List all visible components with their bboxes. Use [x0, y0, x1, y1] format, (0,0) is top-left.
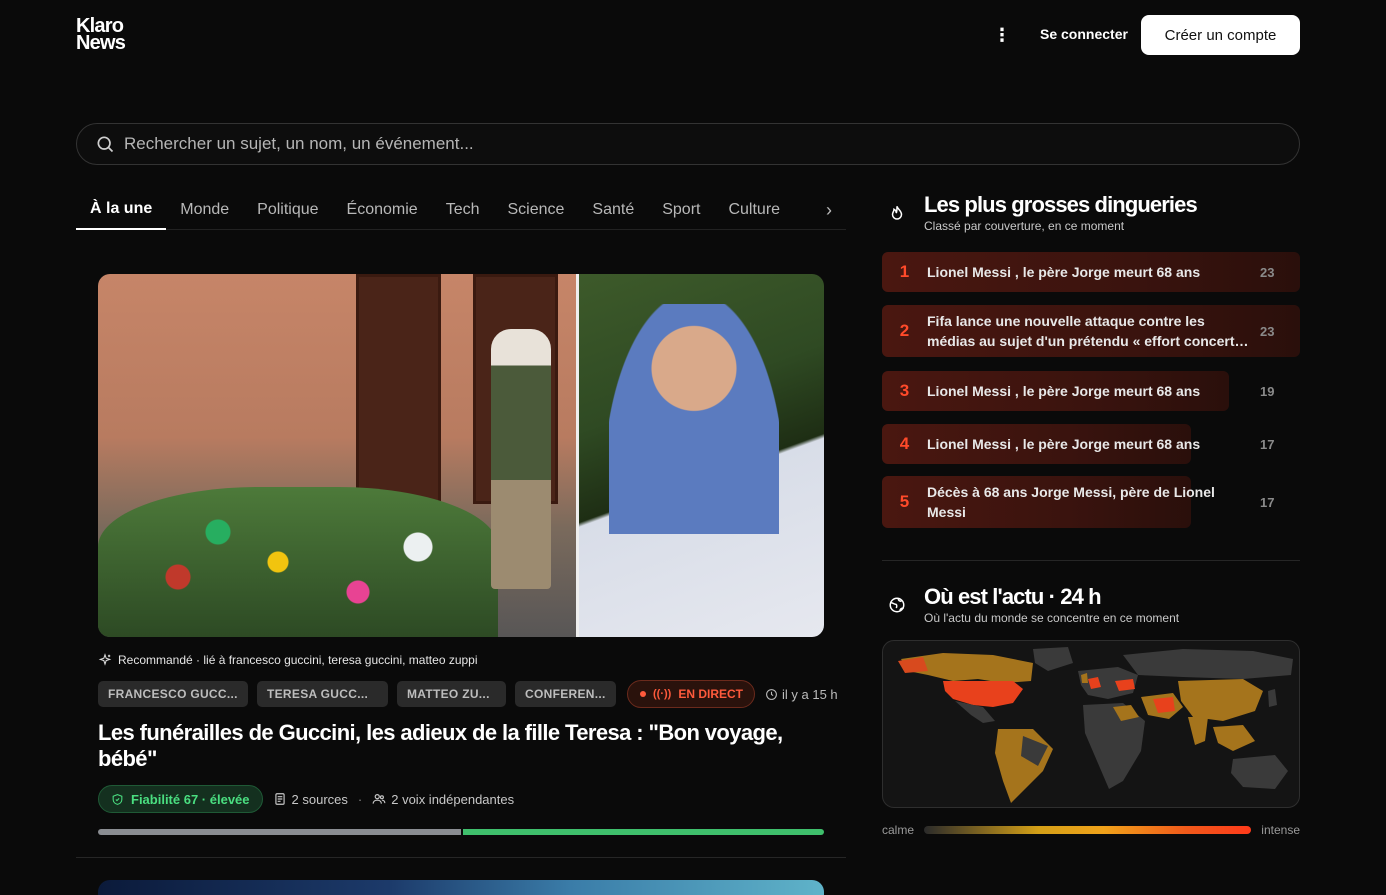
shield-icon	[112, 793, 123, 805]
trending-item[interactable]: 3 Lionel Messi , le père Jorge meurt 68 …	[882, 371, 1300, 411]
tab-sport[interactable]: Sport	[648, 190, 714, 230]
bias-bar-segment-right	[463, 829, 824, 835]
topic-chips: FRANCESCO GUCC... TERESA GUCC... MATTEO …	[98, 680, 838, 708]
trending-item[interactable]: 2 Fifa lance une nouvelle attaque contre…	[882, 305, 1300, 357]
divider	[76, 857, 846, 858]
timestamp: il y a 15 h	[765, 687, 838, 702]
trending-rank: 3	[899, 381, 910, 400]
heatmap-subtitle: Où l'actu du monde se concentre en ce mo…	[924, 611, 1180, 625]
trending-item[interactable]: 4 Lionel Messi , le père Jorge meurt 68 …	[882, 424, 1300, 464]
world-map-graphic	[898, 647, 1293, 803]
bias-bar-segment-left	[98, 829, 461, 835]
next-article-image[interactable]	[98, 880, 824, 895]
region-japan	[1268, 689, 1277, 707]
trending-subtitle: Classé par couverture, en ce moment	[924, 219, 1125, 233]
recommendation-text: Recommandé · lié à francesco guccini, te…	[118, 653, 478, 667]
portrait-graphic	[609, 304, 779, 534]
article-title[interactable]: Les funérailles de Guccini, les adieux d…	[98, 720, 824, 772]
topic-chip[interactable]: CONFEREN...	[515, 681, 616, 707]
region-australia	[1231, 755, 1288, 789]
flame-icon	[891, 205, 903, 220]
topic-chip[interactable]: MATTEO ZU...	[397, 681, 506, 707]
trending-count: 23	[1260, 264, 1275, 280]
search-icon	[97, 136, 114, 153]
trending-text: Lionel Messi , le père Jorge meurt 68 an…	[927, 436, 1201, 452]
document-icon	[274, 793, 285, 805]
page: Klaro News ⋮ Se connecter Créer un compt…	[0, 0, 1386, 895]
trending-title: Les plus grosses dingueries	[924, 192, 1198, 217]
region-india	[1188, 717, 1208, 745]
heatmap-legend: calme intense	[882, 823, 1300, 837]
category-tabs: À la une Monde Politique Économie Tech S…	[76, 190, 846, 230]
trending-text: Lionel Messi , le père Jorge meurt 68 an…	[927, 264, 1201, 280]
region-russia	[1123, 649, 1293, 679]
trending-text: Décès à 68 ans Jorge Messi, père de Lion…	[927, 484, 1215, 520]
trending-item[interactable]: 5 Décès à 68 ans Jorge Messi, père de Li…	[882, 476, 1300, 528]
logo-line2: News	[76, 32, 126, 54]
live-dot-icon	[640, 691, 646, 697]
broadcast-icon: ((·))	[653, 688, 672, 700]
tab-culture[interactable]: Culture	[714, 190, 794, 230]
article-image-right	[576, 274, 824, 637]
legend-gradient	[924, 826, 1252, 834]
tab-a-la-une[interactable]: À la une	[76, 190, 167, 230]
voices-count[interactable]: 2 voix indépendantes	[372, 792, 514, 807]
globe-icon	[889, 597, 905, 613]
search-input[interactable]	[124, 134, 1224, 154]
trending-text: Fifa lance une nouvelle attaque contre l…	[927, 313, 1243, 349]
region-usa	[943, 681, 1023, 707]
divider	[882, 560, 1300, 561]
trending-text: Lionel Messi , le père Jorge meurt 68 an…	[927, 383, 1201, 399]
trending-count: 23	[1260, 323, 1275, 339]
trending-count: 17	[1260, 436, 1275, 452]
region-asia	[1178, 679, 1263, 721]
legend-low-label: calme	[882, 823, 915, 837]
tabs-scroll-right-icon[interactable]: ›	[826, 200, 832, 221]
trending-rank: 2	[899, 321, 910, 340]
tab-science[interactable]: Science	[493, 190, 578, 230]
flowers-graphic	[98, 487, 498, 637]
heatmap-title: Où est l'actu · 24 h	[924, 584, 1102, 609]
heatmap-header: Où est l'actu · 24 h Où l'actu du monde …	[888, 584, 1179, 625]
article-meta: Fiabilité 67 · élevée 2 sources · 2 voix…	[98, 785, 524, 813]
trending-rank: 4	[899, 434, 910, 453]
trending-count: 17	[1260, 494, 1275, 510]
tab-economie[interactable]: Économie	[333, 190, 432, 230]
trending-header: Les plus grosses dingueries Classé par c…	[888, 192, 1198, 233]
signup-button[interactable]: Créer un compte	[1141, 15, 1300, 55]
tab-tech[interactable]: Tech	[432, 190, 494, 230]
more-menu-icon[interactable]: ⋮	[992, 25, 1012, 45]
person-graphic	[491, 329, 551, 589]
coverage-bias-bar	[98, 829, 824, 835]
trending-rank: 1	[899, 262, 910, 281]
recommendation-line: Recommandé · lié à francesco guccini, te…	[98, 653, 478, 667]
world-news-map[interactable]	[882, 640, 1300, 808]
trending-item[interactable]: 1 Lionel Messi , le père Jorge meurt 68 …	[882, 252, 1300, 292]
users-icon	[372, 794, 386, 804]
clock-icon	[766, 688, 777, 700]
logo[interactable]: Klaro News	[76, 16, 126, 54]
tab-politique[interactable]: Politique	[243, 190, 332, 230]
live-badge: ((·)) EN DIRECT	[627, 680, 755, 708]
tab-sante[interactable]: Santé	[578, 190, 648, 230]
trending-count: 19	[1260, 383, 1275, 399]
topic-chip[interactable]: TERESA GUCC...	[257, 681, 388, 707]
tab-monde[interactable]: Monde	[166, 190, 243, 230]
legend-high-label: intense	[1261, 823, 1300, 837]
login-link[interactable]: Se connecter	[1040, 26, 1128, 42]
article-image-left	[98, 274, 576, 637]
region-greenland	[1033, 647, 1073, 671]
region-southeast-asia	[1213, 725, 1255, 751]
meta-separator: ·	[357, 791, 363, 807]
door-graphic	[356, 274, 441, 504]
reliability-badge[interactable]: Fiabilité 67 · élevée	[98, 785, 263, 813]
live-label: EN DIRECT	[678, 687, 743, 701]
trending-rank: 5	[899, 492, 910, 511]
topic-chip[interactable]: FRANCESCO GUCC...	[98, 681, 248, 707]
sparkle-icon	[98, 653, 112, 666]
search-bar[interactable]	[76, 123, 1300, 165]
sources-count[interactable]: 2 sources	[273, 792, 348, 807]
article-image[interactable]	[98, 274, 824, 637]
